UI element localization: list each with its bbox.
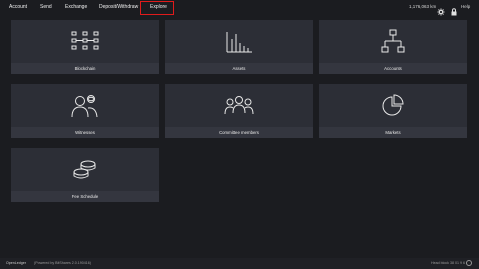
tile-label-fee-schedule: Fee Schedule xyxy=(11,191,159,202)
footer-version: (Powered by BitShares 2.0.190416) xyxy=(34,261,91,265)
tile-markets[interactable]: Markets xyxy=(319,84,467,138)
org-chart-icon xyxy=(319,20,467,63)
footer: OpenLedger (Powered by BitShares 2.0.190… xyxy=(0,258,479,269)
tile-committee-members[interactable]: Committee members xyxy=(165,84,313,138)
help-link[interactable]: Help xyxy=(461,0,470,14)
tile-accounts[interactable]: Accounts xyxy=(319,20,467,74)
active-nav-highlight xyxy=(140,1,174,15)
witness-icon xyxy=(11,84,159,127)
nav-send[interactable]: Send xyxy=(40,0,52,14)
pie-chart-icon xyxy=(319,84,467,127)
tile-label-markets: Markets xyxy=(319,127,467,138)
nav-account[interactable]: Account xyxy=(9,0,27,14)
gear-icon[interactable] xyxy=(437,3,445,16)
tile-label-accounts: Accounts xyxy=(319,63,467,74)
top-bar: Account Send Exchange Deposit/Withdraw E… xyxy=(0,0,479,16)
nav-deposit-withdraw[interactable]: Deposit/Withdraw xyxy=(99,0,138,14)
coins-icon xyxy=(11,148,159,191)
head-block: Head block 38 01 9 6 xyxy=(431,261,465,265)
nav-exchange[interactable]: Exchange xyxy=(65,0,87,14)
tile-witnesses[interactable]: Witnesses xyxy=(11,84,159,138)
tile-assets[interactable]: Assets xyxy=(165,20,313,74)
lock-icon[interactable] xyxy=(450,3,458,16)
group-icon xyxy=(165,84,313,127)
tile-label-assets: Assets xyxy=(165,63,313,74)
account-balance[interactable]: 1,176,063 km xyxy=(409,0,436,14)
tile-blockchain[interactable]: Blockchain xyxy=(11,20,159,74)
blockchain-icon xyxy=(11,20,159,63)
tile-label-blockchain: Blockchain xyxy=(11,63,159,74)
bar-chart-icon xyxy=(165,20,313,63)
footer-brand: OpenLedger xyxy=(6,261,26,265)
tile-fee-schedule[interactable]: Fee Schedule xyxy=(11,148,159,202)
tile-label-witnesses: Witnesses xyxy=(11,127,159,138)
tile-label-committee-members: Committee members xyxy=(165,127,313,138)
help-circle-icon[interactable] xyxy=(466,260,472,266)
